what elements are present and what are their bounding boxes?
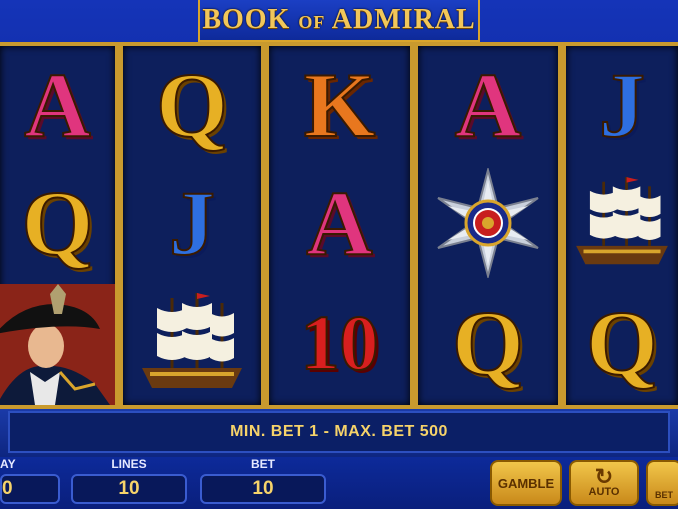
symbol-letter: K xyxy=(303,54,377,156)
reel-5: J Q xyxy=(566,46,678,405)
symbol-letter: Q xyxy=(21,172,95,274)
game-title: BOOK OF ADMIRAL xyxy=(202,4,475,36)
autoplay-icon: ↻ xyxy=(594,464,614,489)
symbol-j: J xyxy=(123,164,261,282)
symbol-10: 10 xyxy=(269,284,410,402)
symbol-a: A xyxy=(269,164,410,282)
auto-label: AUTO xyxy=(588,486,620,498)
symbol-letter: A xyxy=(305,172,373,274)
symbol-q: Q xyxy=(123,46,261,164)
control-panel: AY 0 LINES 10 BET 10 GAMBLE ↻ AUTO BET xyxy=(0,457,678,509)
info-panel: MIN. BET 1 - MAX. BET 500 xyxy=(8,411,670,453)
reel-1: A Q xyxy=(0,46,115,405)
symbol-q: Q xyxy=(566,284,678,402)
lines-value[interactable]: 10 xyxy=(71,474,187,504)
symbol-letter: 10 xyxy=(300,299,380,386)
symbol-j: J xyxy=(566,46,678,164)
title-word-of: OF xyxy=(298,12,326,32)
symbol-ship xyxy=(123,284,261,402)
bet-limits-message: MIN. BET 1 - MAX. BET 500 xyxy=(230,423,448,440)
reel-2: Q J xyxy=(123,46,261,405)
game-title-plate: BOOK OF ADMIRAL xyxy=(198,0,480,42)
sailing-ship-icon xyxy=(142,293,242,388)
symbol-k: K xyxy=(269,46,410,164)
admiral-portrait-icon xyxy=(0,284,115,405)
lines-label: LINES xyxy=(111,457,147,471)
info-bar: MIN. BET 1 - MAX. BET 500 xyxy=(0,409,678,457)
play-label: AY xyxy=(0,457,16,471)
gamble-button[interactable]: GAMBLE xyxy=(490,460,562,506)
play-field: AY 0 xyxy=(0,457,60,504)
symbol-letter: J xyxy=(598,54,646,156)
symbol-a: A xyxy=(0,46,115,164)
symbol-ship xyxy=(566,164,678,282)
bet-label: BET xyxy=(251,457,275,471)
symbol-letter: A xyxy=(454,54,522,156)
bet-value[interactable]: 10 xyxy=(200,474,326,504)
symbol-admiral xyxy=(0,284,115,405)
symbol-medal xyxy=(418,164,558,282)
bet-field: BET 10 xyxy=(200,457,326,504)
play-value: 0 xyxy=(0,474,60,504)
reel-3: K A 10 xyxy=(269,46,410,405)
symbol-letter: J xyxy=(168,172,216,274)
auto-button[interactable]: ↻ AUTO xyxy=(569,460,639,506)
symbol-letter: Q xyxy=(451,292,525,394)
reel-4: A Q xyxy=(418,46,558,405)
sailing-ship-icon xyxy=(576,177,668,265)
symbol-a: A xyxy=(418,46,558,164)
symbol-letter: Q xyxy=(585,292,659,394)
title-word-book: BOOK xyxy=(202,4,291,35)
title-word-admiral: ADMIRAL xyxy=(331,4,476,35)
symbol-q: Q xyxy=(418,284,558,402)
star-medal-icon xyxy=(437,168,539,278)
symbol-letter: Q xyxy=(155,54,229,156)
bet-button[interactable]: BET xyxy=(646,460,678,506)
lines-field: LINES 10 xyxy=(71,457,187,504)
symbol-letter: A xyxy=(23,54,91,156)
symbol-q: Q xyxy=(0,164,115,282)
